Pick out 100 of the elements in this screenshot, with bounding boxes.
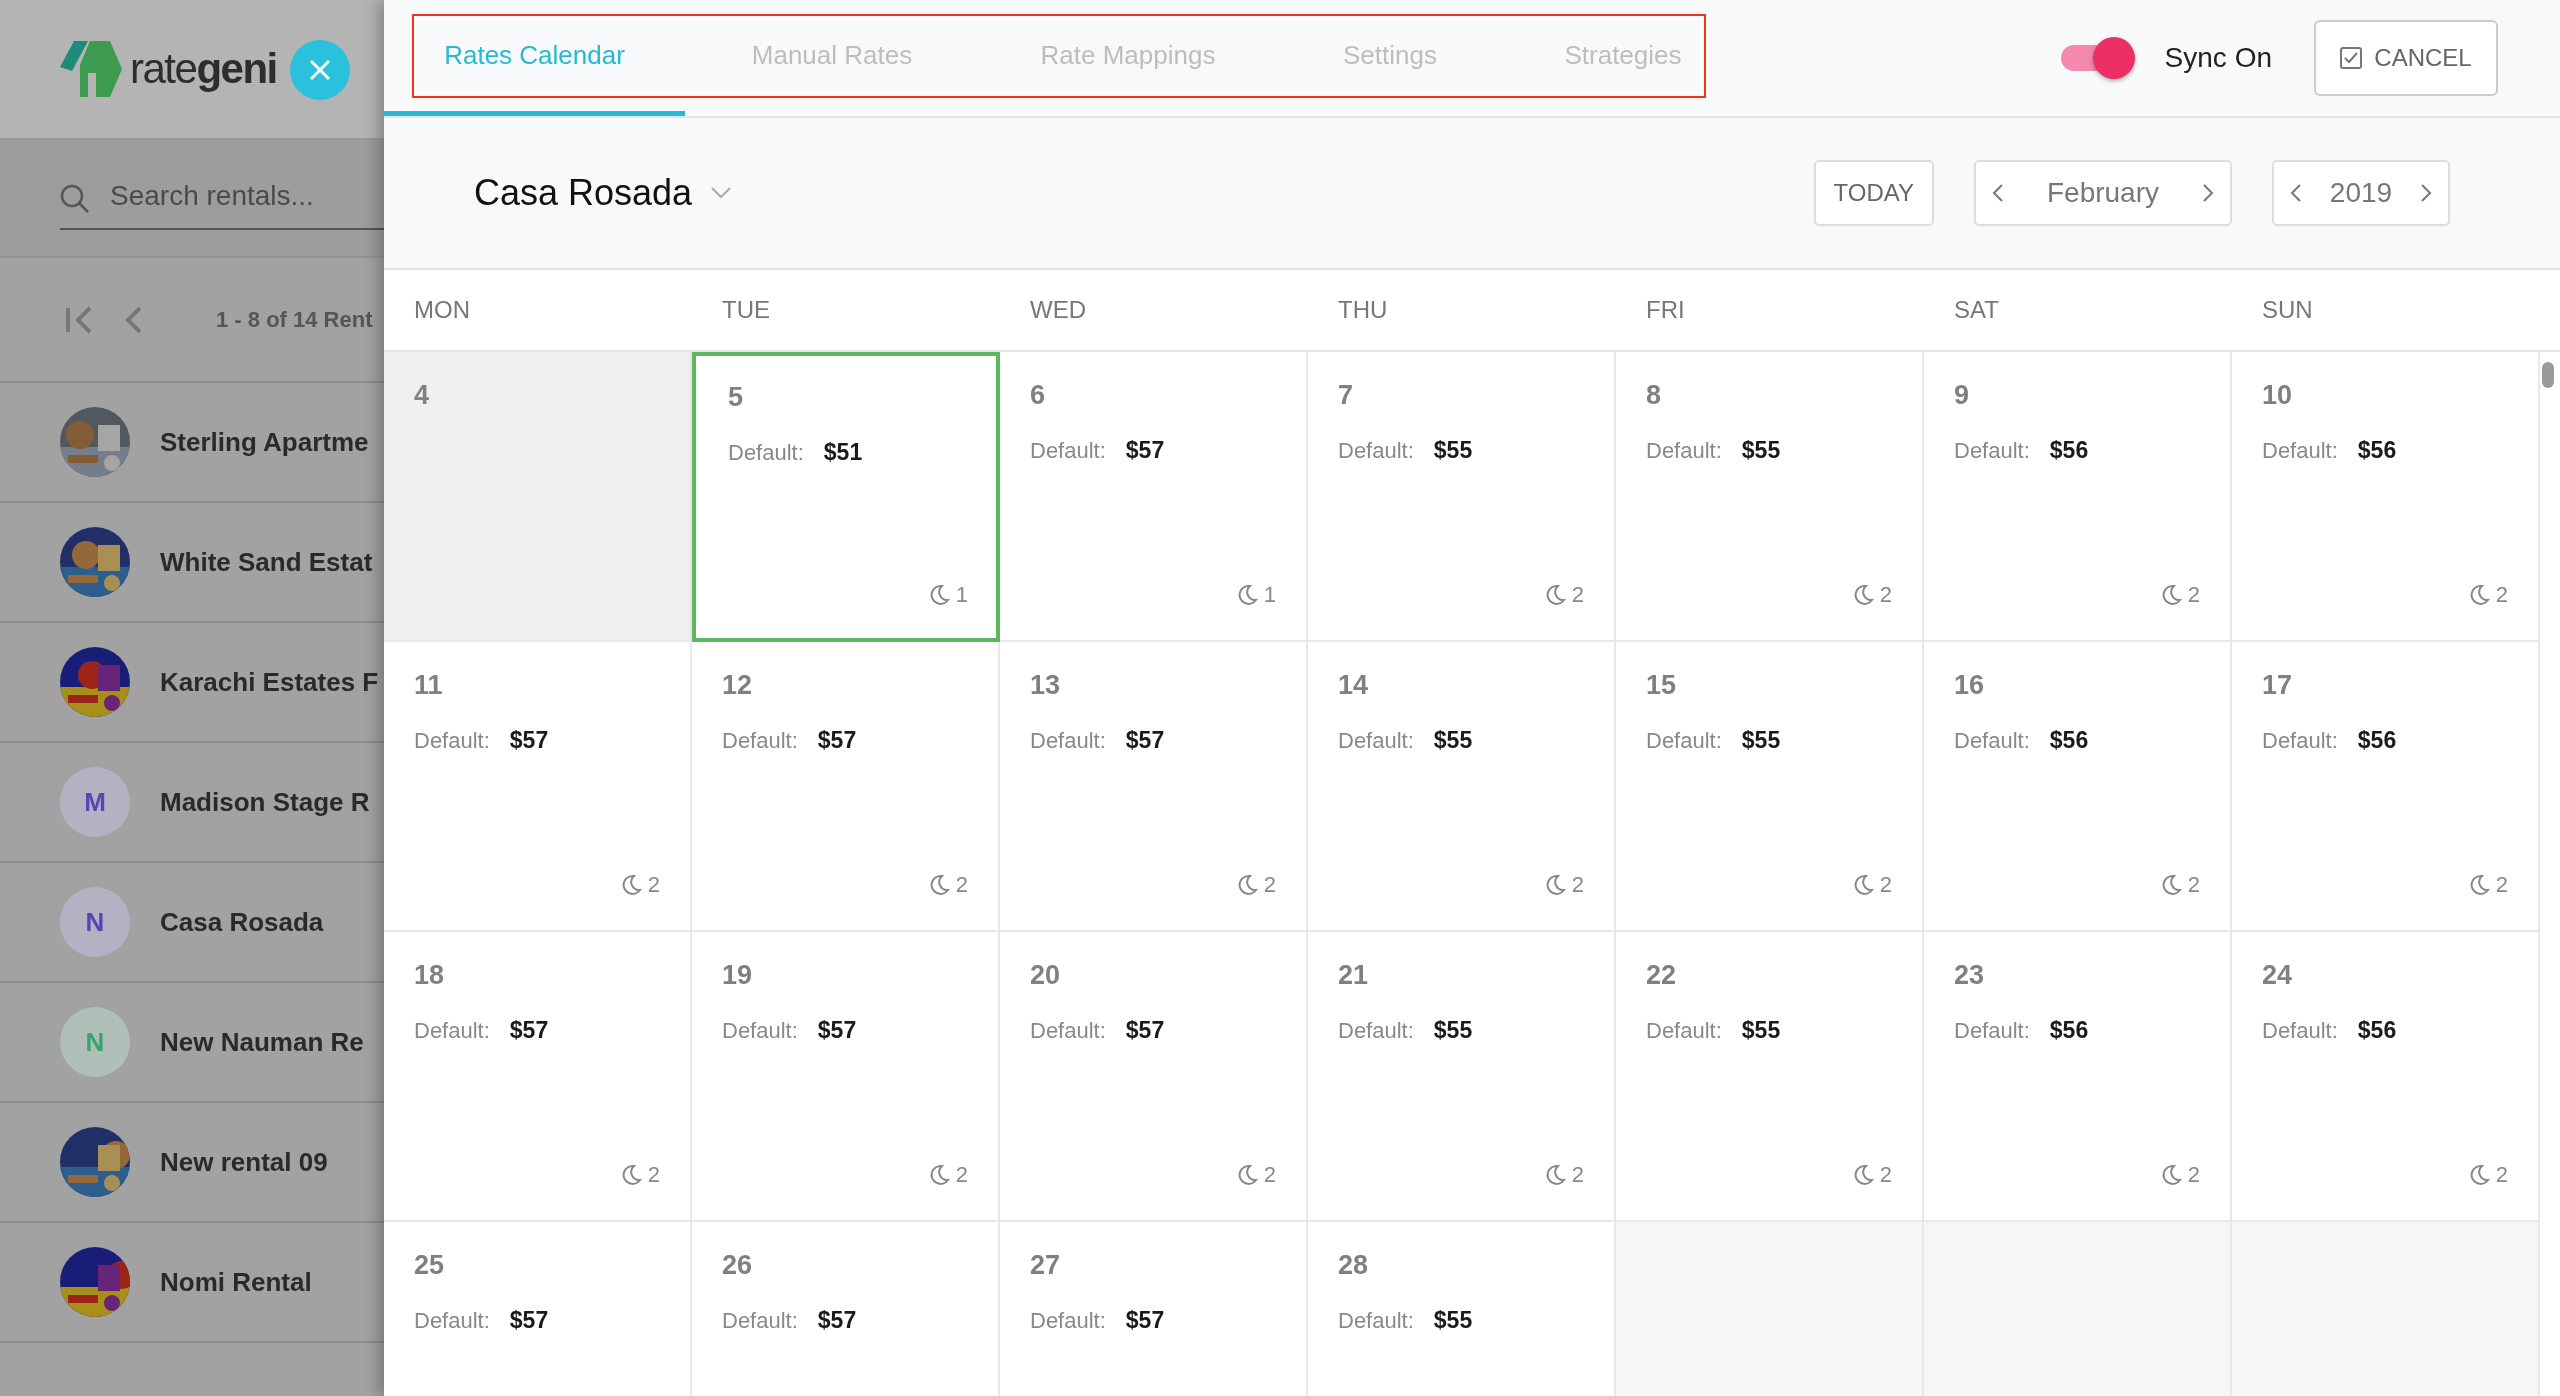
day-cell[interactable]: 14 Default: $55 2 bbox=[1308, 642, 1616, 932]
day-cell[interactable]: 15 Default: $55 2 bbox=[1616, 642, 1924, 932]
checkbox-icon bbox=[2340, 47, 2363, 69]
cancel-button[interactable]: CANCEL bbox=[2314, 20, 2498, 96]
rental-item[interactable]: White Sand Estat bbox=[0, 503, 384, 623]
moon-icon bbox=[1237, 584, 1258, 606]
letter-avatar: N bbox=[60, 1007, 130, 1077]
day-cell[interactable]: 19 Default: $57 2 bbox=[692, 932, 1000, 1222]
rental-name: New Nauman Re bbox=[160, 1026, 364, 1058]
rate-label: Default: bbox=[722, 1018, 798, 1044]
day-cell[interactable]: 6 Default: $57 1 bbox=[1000, 352, 1308, 642]
day-cell[interactable]: 12 Default: $57 2 bbox=[692, 642, 1000, 932]
search-field[interactable]: Search rentals... bbox=[0, 140, 384, 258]
day-cell[interactable]: 27 Default: $57 bbox=[1000, 1222, 1308, 1396]
rate-value: $57 bbox=[509, 1017, 549, 1044]
day-number: 13 bbox=[1030, 670, 1061, 701]
rate-value: $56 bbox=[2049, 1017, 2089, 1044]
rental-item[interactable]: Karachi Estates F bbox=[0, 623, 384, 743]
rate-label: Default: bbox=[1030, 1018, 1106, 1044]
day-cell[interactable]: 24 Default: $56 2 bbox=[2232, 932, 2540, 1222]
day-number: 28 bbox=[1338, 1250, 1369, 1281]
moon-icon bbox=[929, 1164, 950, 1186]
day-cell[interactable]: 10 Default: $56 2 bbox=[2232, 352, 2540, 642]
rental-item[interactable]: N New Nauman Re bbox=[0, 983, 384, 1103]
close-button[interactable] bbox=[290, 40, 350, 100]
rate-value: $57 bbox=[1125, 727, 1165, 754]
rate-value: $57 bbox=[1125, 1307, 1165, 1334]
rental-item[interactable]: Nomi Rental bbox=[0, 1223, 384, 1343]
nights-count: 2 bbox=[1879, 1162, 1892, 1188]
nights-count: 2 bbox=[647, 872, 660, 898]
day-number: 24 bbox=[2262, 960, 2293, 991]
day-number: 15 bbox=[1646, 670, 1677, 701]
rate-value: $57 bbox=[817, 1017, 857, 1044]
day-number: 11 bbox=[414, 670, 443, 701]
day-number: 14 bbox=[1338, 670, 1369, 701]
day-cell[interactable]: 28 Default: $55 bbox=[1308, 1222, 1616, 1396]
rate-label: Default: bbox=[2262, 1018, 2338, 1044]
day-cell[interactable]: 5 Default: $51 1 bbox=[692, 352, 1000, 642]
rate-label: Default: bbox=[1954, 1018, 2030, 1044]
rental-item[interactable]: M Madison Stage R bbox=[0, 743, 384, 863]
moon-icon bbox=[2469, 874, 2490, 896]
rate-value: $55 bbox=[1433, 1307, 1473, 1334]
moon-icon bbox=[1853, 584, 1874, 606]
moon-icon bbox=[929, 874, 950, 896]
rental-dropdown[interactable]: Casa Rosada bbox=[474, 172, 733, 214]
moon-icon bbox=[1545, 874, 1566, 896]
chevron-left-icon bbox=[2290, 183, 2302, 203]
day-cell[interactable]: 22 Default: $55 2 bbox=[1616, 932, 1924, 1222]
day-cell[interactable]: 20 Default: $57 2 bbox=[1000, 932, 1308, 1222]
day-cell[interactable]: 23 Default: $56 2 bbox=[1924, 932, 2232, 1222]
sync-toggle[interactable] bbox=[2060, 35, 2135, 81]
nights-count: 1 bbox=[1263, 582, 1276, 608]
day-cell[interactable]: 17 Default: $56 2 bbox=[2232, 642, 2540, 932]
rate-label: Default: bbox=[722, 1308, 798, 1334]
search-icon bbox=[60, 184, 90, 214]
day-cell[interactable]: 25 Default: $57 bbox=[384, 1222, 692, 1396]
day-number: 17 bbox=[2262, 670, 2293, 701]
day-cell[interactable]: 9 Default: $56 2 bbox=[1924, 352, 2232, 642]
day-cell[interactable]: 8 Default: $55 2 bbox=[1616, 352, 1924, 642]
nights-count: 1 bbox=[955, 582, 968, 608]
moon-icon bbox=[1237, 1164, 1258, 1186]
rate-label: Default: bbox=[414, 1308, 490, 1334]
rate-label: Default: bbox=[1030, 1308, 1106, 1334]
rate-value: $56 bbox=[2357, 1017, 2397, 1044]
day-cell[interactable]: 7 Default: $55 2 bbox=[1308, 352, 1616, 642]
nights-count: 2 bbox=[1879, 582, 1892, 608]
nights-count: 2 bbox=[2495, 872, 2508, 898]
rate-label: Default: bbox=[1338, 728, 1414, 754]
nights-count: 2 bbox=[955, 872, 968, 898]
day-cell[interactable]: 26 Default: $57 bbox=[692, 1222, 1000, 1396]
day-cell[interactable]: 21 Default: $55 2 bbox=[1308, 932, 1616, 1222]
day-number: 21 bbox=[1338, 960, 1369, 991]
day-number: 10 bbox=[2262, 380, 2293, 411]
rental-item[interactable]: N Casa Rosada bbox=[0, 863, 384, 983]
rate-label: Default: bbox=[1954, 728, 2030, 754]
day-cell[interactable]: 13 Default: $57 2 bbox=[1000, 642, 1308, 932]
nights-count: 2 bbox=[955, 1162, 968, 1188]
today-button[interactable]: TODAY bbox=[1813, 160, 1934, 226]
weekday-label: SAT bbox=[1953, 296, 2000, 324]
rental-item[interactable]: Sterling Apartme bbox=[0, 383, 384, 503]
moon-icon bbox=[2161, 874, 2182, 896]
nights-count: 2 bbox=[2495, 1162, 2508, 1188]
day-cell[interactable]: 16 Default: $56 2 bbox=[1924, 642, 2232, 932]
nights-count: 2 bbox=[2187, 582, 2200, 608]
rental-item[interactable]: New rental 09 bbox=[0, 1103, 384, 1223]
rate-value: $57 bbox=[1125, 437, 1165, 464]
day-cell[interactable]: 18 Default: $57 2 bbox=[384, 932, 692, 1222]
rate-value: $55 bbox=[1433, 437, 1473, 464]
day-number: 22 bbox=[1646, 960, 1677, 991]
rate-value: $56 bbox=[2357, 437, 2397, 464]
day-cell[interactable]: 11 Default: $57 2 bbox=[384, 642, 692, 932]
rate-label: Default: bbox=[1646, 728, 1722, 754]
rate-label: Default: bbox=[1338, 438, 1414, 464]
rate-label: Default: bbox=[414, 1018, 490, 1044]
rate-value: $57 bbox=[1125, 1017, 1165, 1044]
rate-value: $55 bbox=[1741, 1017, 1781, 1044]
nights-count: 2 bbox=[1879, 872, 1892, 898]
moon-icon bbox=[2469, 1164, 2490, 1186]
rate-label: Default: bbox=[728, 440, 804, 466]
scrollbar-thumb[interactable] bbox=[2542, 362, 2554, 388]
